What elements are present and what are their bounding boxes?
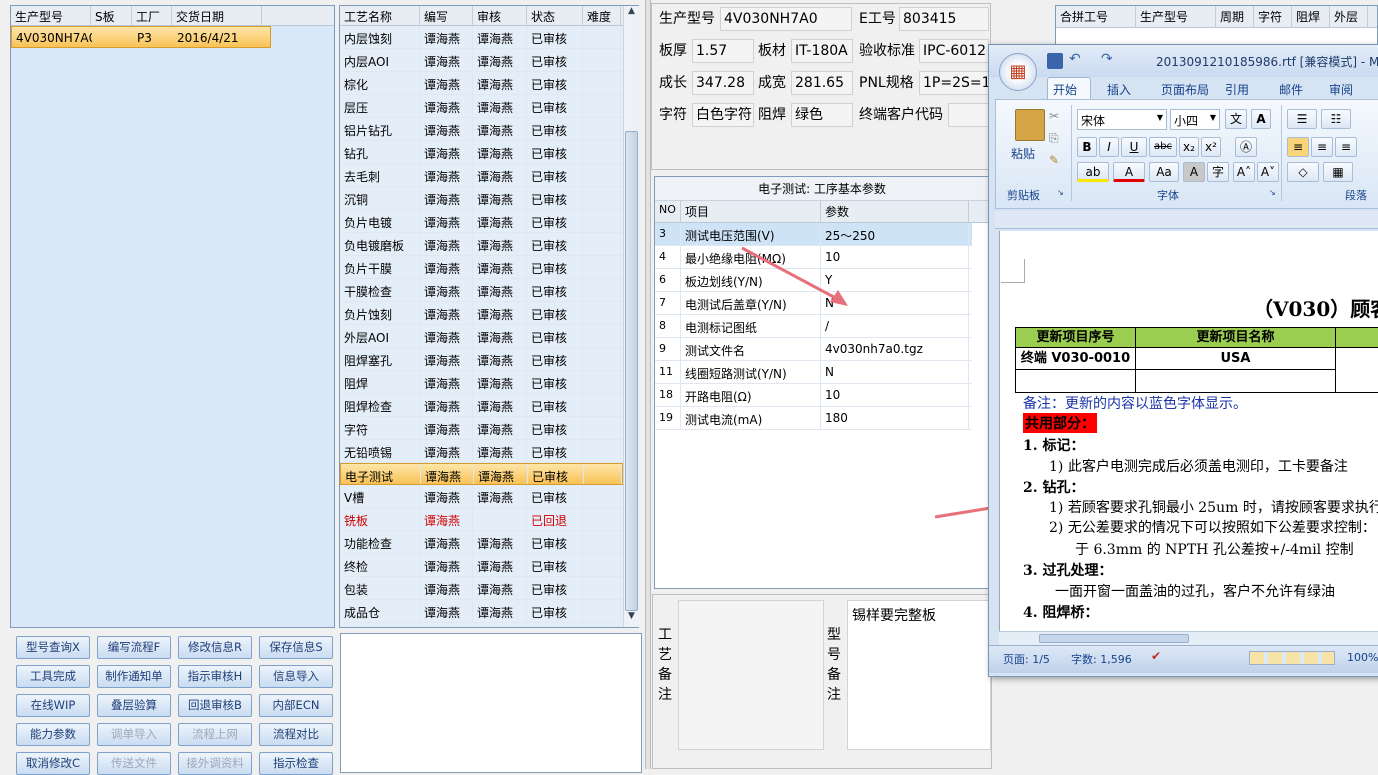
status-words[interactable]: 字数: 1,596 [1071,651,1132,667]
ribbon-tab[interactable]: 引用 [1225,81,1249,98]
border-icon[interactable]: ▦ [1323,162,1353,182]
numbering-icon[interactable]: ☷ [1321,109,1351,129]
font-select[interactable]: 宋体 ▼ [1077,109,1167,130]
doc-table-h1: 更新项目序号 [1016,328,1136,348]
vertical-divider [1281,105,1282,201]
clear-format-icon[interactable]: Ⓐ [1235,137,1257,157]
doc-s1: 1. 标记： [1023,438,1085,454]
status-page[interactable]: 页面: 1/5 [1003,651,1050,667]
chevron-down-icon: ▼ [1156,113,1163,122]
superscript-icon[interactable]: x² [1201,137,1221,157]
ruler [995,211,1378,229]
clipboard-group-label: 剪贴板 [1007,189,1040,202]
doc-common: 共用部分： [1023,413,1097,433]
paste-icon[interactable] [1015,109,1045,141]
doc-note: 备注：更新的内容以蓝色字体显示。 [1023,396,1247,412]
bullets-icon[interactable]: ☰ [1287,109,1317,129]
format-painter-icon[interactable]: ✎ [1049,153,1059,167]
doc-s2-3: 于 6.3mm 的 NPTH 孔公差按+/-4mil 控制 [1075,542,1354,558]
char-shading-icon[interactable]: A [1183,162,1205,182]
doc-heading: （V030）顾客 [1253,297,1378,321]
subscript-icon[interactable]: x₂ [1179,137,1199,157]
strikethrough-icon[interactable]: abc [1149,137,1177,157]
ribbon-tab[interactable]: 页面布局 [1161,81,1209,98]
font-color-icon[interactable]: A [1113,162,1145,182]
ribbon-tab[interactable]: 审阅 [1329,81,1353,98]
bold-icon[interactable]: B [1077,137,1097,157]
office-button[interactable]: ▦ [999,53,1037,91]
doc-s3: 3. 过孔处理： [1023,563,1113,579]
proofing-icon[interactable]: ✔ [1151,649,1161,663]
size-select[interactable]: 小四 ▼ [1170,109,1220,130]
arrow-line-1 [741,246,846,305]
char-border-icon[interactable]: A [1251,109,1271,129]
italic-icon[interactable]: I [1099,137,1119,157]
ribbon-tab[interactable]: 邮件 [1279,81,1303,98]
align-left-icon[interactable]: ≡ [1287,137,1309,157]
arrow-head-1 [830,290,848,306]
para-group-label: 段落 [1345,189,1367,202]
font-group-label: 字体 [1157,189,1179,202]
doc-table-h2: 更新项目名称 [1136,328,1336,348]
clipboard-launcher-icon[interactable]: ↘ [1057,188,1064,197]
align-center-icon[interactable]: ≡ [1311,137,1333,157]
doc-s3-1: 一面开窗一面盖油的过孔，客户不允许有绿油 [1055,584,1335,600]
doc-s2-1: 1) 若顾客要求孔铜最小 25um 时，请按顾客要求执行 [1049,500,1378,516]
view-icons[interactable] [1249,651,1335,665]
doc-table-c2: USA [1136,348,1336,370]
doc-table-c1: 终端 V030-0010 [1016,348,1136,370]
ribbon-tab[interactable]: 开始 [1053,81,1077,98]
doc-s2: 2. 钻孔： [1023,480,1085,496]
doc-table-empty [1016,370,1136,392]
zoom-level[interactable]: 100% [1347,651,1378,664]
font-launcher-icon[interactable]: ↘ [1269,188,1276,197]
doc-s1-1: 1) 此客户电测完成后必须盖电测印，工卡要备注 [1049,459,1348,475]
grow-font-icon[interactable]: A˄ [1233,162,1255,182]
redo-icon[interactable]: ↷ [1101,51,1113,67]
ribbon-tab[interactable]: 插入 [1107,81,1131,98]
save-icon[interactable] [1047,53,1063,69]
doc-s4: 4. 阻焊桥： [1023,605,1099,621]
chevron-down-icon: ▼ [1209,113,1216,122]
shading-icon[interactable]: ◇ [1287,162,1319,182]
align-right-icon[interactable]: ≡ [1335,137,1357,157]
h-scroll-thumb[interactable] [1039,634,1189,643]
corner-mark [1001,259,1025,283]
change-case-icon[interactable]: Aa [1149,162,1179,182]
doc-table-empty [1136,370,1336,392]
wen-icon[interactable]: 文 [1225,109,1247,129]
doc-table: 更新项目序号 更新项目名称 终端 V030-0010 USA [1015,327,1378,393]
underline-icon[interactable]: U [1121,137,1147,157]
word-window[interactable]: ▦ ↶ ↷ 2013091210185986.rtf [兼容模式] - Mic … [988,44,1378,677]
enclose-char-icon[interactable]: 字 [1207,162,1229,182]
doc-s2-2: 2) 无公差要求的情况下可以按照如下公差要求控制： [1049,520,1376,536]
highlight-icon[interactable]: ab [1077,162,1109,182]
shrink-font-icon[interactable]: A˅ [1257,162,1279,182]
undo-icon[interactable]: ↶ [1069,51,1081,67]
paste-button[interactable]: 粘贴 [1011,145,1035,162]
h-scrollbar[interactable] [999,631,1378,645]
vertical-divider [1071,105,1072,201]
cut-icon[interactable]: ✂ [1049,109,1059,123]
doc-table-h3 [1336,328,1378,348]
word-title: 2013091210185986.rtf [兼容模式] - Mic [1156,55,1378,69]
copy-icon[interactable]: ⎘ [1049,131,1059,146]
